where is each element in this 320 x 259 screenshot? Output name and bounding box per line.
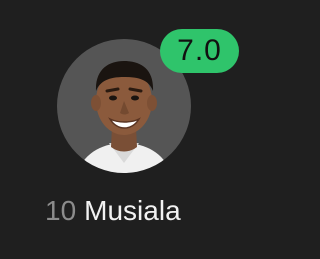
rating-badge: 7.0 [160,29,239,73]
player-name: Musiala [84,195,181,226]
player-card[interactable]: 7.0 10 Musiala [0,0,270,259]
player-number: 10 [45,195,77,226]
rating-value: 7.0 [177,34,222,67]
player-label: 10 Musiala [45,195,181,231]
